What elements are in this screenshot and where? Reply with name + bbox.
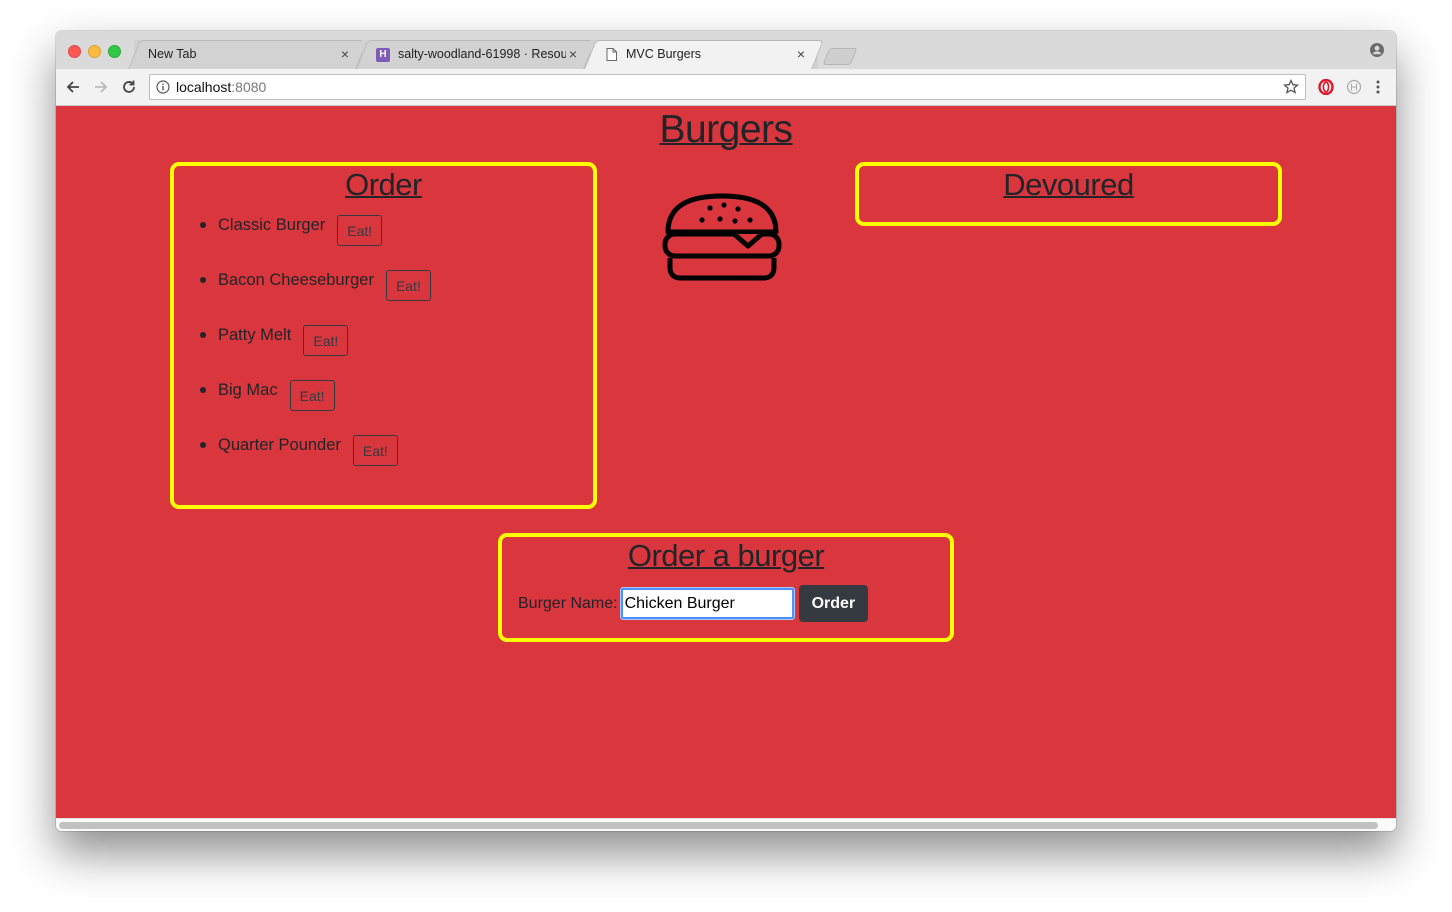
reload-icon[interactable] xyxy=(120,78,138,96)
bookmark-star-icon[interactable] xyxy=(1283,79,1299,95)
address-bar[interactable]: localhost:8080 xyxy=(149,74,1306,100)
tab-title: MVC Burgers xyxy=(626,47,702,61)
eat-button[interactable]: Eat! xyxy=(289,380,335,411)
bullet xyxy=(200,332,206,338)
horizontal-scrollbar[interactable] xyxy=(56,818,1396,831)
burger-name: Quarter Pounder xyxy=(218,436,341,454)
profile-icon[interactable] xyxy=(1370,43,1384,57)
tab-mvc-burgers[interactable]: MVC Burgers × xyxy=(584,40,824,69)
opera-extension-icon[interactable] xyxy=(1318,79,1334,95)
devoured-heading: Devoured xyxy=(1003,167,1134,202)
browser-window: New Tab × H salty-woodland-61998 · Resou… xyxy=(56,31,1396,831)
order-section: Order Classic Burger Eat! Bacon Cheesebu… xyxy=(170,162,597,509)
eat-button[interactable]: Eat! xyxy=(303,325,349,356)
web-page: Burgers Order Classic Burger Eat! Bacon … xyxy=(56,106,1396,818)
page-icon xyxy=(604,48,618,62)
back-icon[interactable] xyxy=(64,78,82,96)
tab-new-tab[interactable]: New Tab × xyxy=(128,40,368,69)
bullet xyxy=(200,442,206,448)
url-port: :8080 xyxy=(231,79,267,95)
eat-button[interactable]: Eat! xyxy=(337,215,383,246)
order-button[interactable]: Order xyxy=(798,585,869,622)
zoom-window-button[interactable] xyxy=(108,45,121,58)
url-host: localhost xyxy=(176,79,232,95)
form-row: Burger Name: Order xyxy=(518,585,869,622)
tab-close-icon[interactable]: × xyxy=(794,40,808,69)
bullet xyxy=(200,387,206,393)
bullet xyxy=(200,277,206,283)
bullet xyxy=(200,222,206,228)
tab-heroku[interactable]: H salty-woodland-61998 · Resou × xyxy=(356,40,596,69)
order-heading: Order xyxy=(345,167,422,202)
burger-icon xyxy=(662,193,782,281)
burger-name: Bacon Cheeseburger xyxy=(218,271,374,289)
burger-name: Classic Burger xyxy=(218,216,326,234)
list-item: Patty Melt Eat! xyxy=(200,324,431,379)
minimize-window-button[interactable] xyxy=(88,45,101,58)
burger-name-input[interactable] xyxy=(619,587,795,620)
new-tab-button[interactable] xyxy=(822,48,858,65)
list-item: Quarter Pounder Eat! xyxy=(200,434,431,489)
forward-icon[interactable] xyxy=(92,78,110,96)
heroku-icon: H xyxy=(376,47,390,62)
extension-icon[interactable] xyxy=(1346,79,1362,95)
browser-toolbar: localhost:8080 xyxy=(56,69,1396,106)
form-heading: Order a burger xyxy=(627,538,825,573)
tab-close-icon[interactable]: × xyxy=(338,40,352,69)
scrollbar-thumb[interactable] xyxy=(59,822,1378,829)
tab-close-icon[interactable]: × xyxy=(566,40,580,69)
burger-name: Patty Melt xyxy=(218,326,292,344)
burger-name: Big Mac xyxy=(218,381,278,399)
info-icon[interactable] xyxy=(156,80,170,94)
list-item: Big Mac Eat! xyxy=(200,379,431,434)
tab-strip: New Tab × H salty-woodland-61998 · Resou… xyxy=(56,31,1396,69)
devoured-section: Devoured xyxy=(855,162,1282,226)
menu-dots-icon[interactable] xyxy=(1370,79,1386,95)
burger-name-label: Burger Name: xyxy=(518,594,618,612)
order-list: Classic Burger Eat! Bacon Cheeseburger E… xyxy=(200,214,431,489)
eat-button[interactable]: Eat! xyxy=(352,435,398,466)
tab-title: New Tab xyxy=(148,47,197,61)
eat-button[interactable]: Eat! xyxy=(385,270,431,301)
list-item: Bacon Cheeseburger Eat! xyxy=(200,269,431,324)
list-item: Classic Burger Eat! xyxy=(200,214,431,269)
page-title: Burgers xyxy=(659,108,793,151)
close-window-button[interactable] xyxy=(68,45,81,58)
order-form: Order a burger Burger Name: Order xyxy=(498,533,954,642)
tab-title: salty-woodland-61998 · Resou xyxy=(398,47,566,61)
